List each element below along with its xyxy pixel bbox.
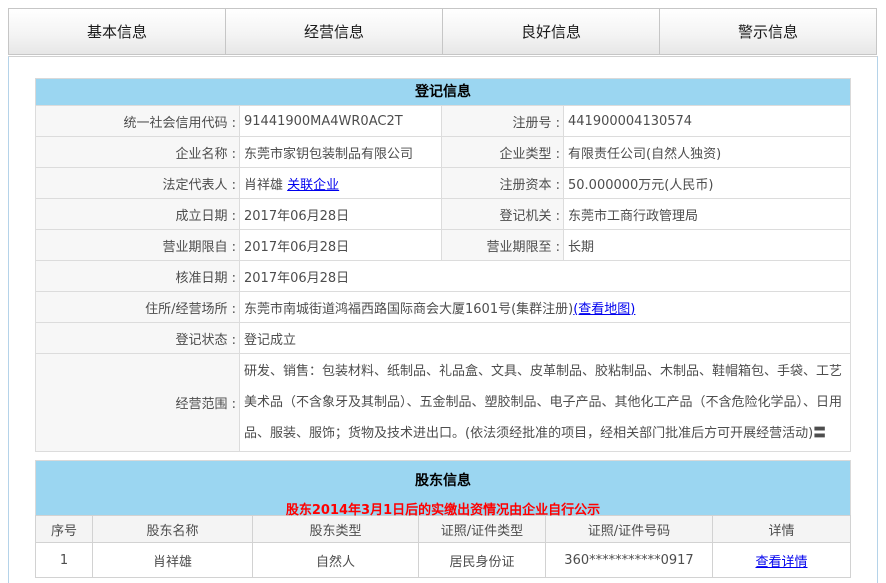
company-type-value: 有限责任公司(自然人独资): [564, 137, 851, 168]
related-company-link[interactable]: 关联企业: [287, 178, 339, 193]
address-cell: 东莞市南城街道鸿福西路国际商会大厦1601号(集群注册)(查看地图): [240, 292, 851, 323]
scope-label: 经营范围 :: [36, 354, 240, 452]
tab-good-info[interactable]: 良好信息: [443, 9, 660, 54]
status-value: 登记成立: [240, 323, 851, 354]
term-from-value: 2017年06月28日: [240, 230, 442, 261]
col-header-type: 股东类型: [253, 516, 419, 543]
view-map-link[interactable]: (查看地图): [573, 302, 635, 317]
scope-value: 研发、销售：包装材料、纸制品、礼品盒、文具、皮革制品、胶粘制品、木制品、鞋帽箱包…: [240, 354, 851, 452]
authority-label: 登记机关 :: [442, 199, 564, 230]
address-label: 住所/经营场所 :: [36, 292, 240, 323]
registration-section-title: 登记信息: [35, 78, 851, 105]
credit-code-value: 91441900MA4WR0AC2T: [240, 106, 442, 137]
table-row: 企业名称 : 东莞市家钥包装制品有限公司 企业类型 : 有限责任公司(自然人独资…: [36, 137, 851, 168]
approval-date-value: 2017年06月28日: [240, 261, 851, 292]
shareholder-no: 1: [36, 543, 93, 578]
view-detail-link[interactable]: 查看详情: [755, 555, 807, 570]
table-row: 住所/经营场所 : 东莞市南城街道鸿福西路国际商会大厦1601号(集群注册)(查…: [36, 292, 851, 323]
table-row: 1 肖祥雄 自然人 居民身份证 360***********0917 查看详情: [36, 543, 851, 578]
term-from-label: 营业期限自 :: [36, 230, 240, 261]
table-row: 登记状态 : 登记成立: [36, 323, 851, 354]
table-row: 统一社会信用代码 : 91441900MA4WR0AC2T 注册号 : 4419…: [36, 106, 851, 137]
col-header-name: 股东名称: [93, 516, 253, 543]
table-row: 核准日期 : 2017年06月28日: [36, 261, 851, 292]
shareholder-section-title: 股东信息: [36, 470, 850, 490]
shareholder-name: 肖祥雄: [93, 543, 253, 578]
authority-value: 东莞市工商行政管理局: [564, 199, 851, 230]
term-to-value: 长期: [564, 230, 851, 261]
company-name-value: 东莞市家钥包装制品有限公司: [240, 137, 442, 168]
table-row: 经营范围 : 研发、销售：包装材料、纸制品、礼品盒、文具、皮革制品、胶粘制品、木…: [36, 354, 851, 452]
col-header-detail: 详情: [713, 516, 851, 543]
legal-rep-label: 法定代表人 :: [36, 168, 240, 199]
capital-value: 50.000000万元(人民币): [564, 168, 851, 199]
shareholder-header-row: 序号 股东名称 股东类型 证照/证件类型 证照/证件号码 详情: [36, 516, 851, 543]
col-header-no: 序号: [36, 516, 93, 543]
tab-warning-info[interactable]: 警示信息: [660, 9, 876, 54]
term-to-label: 营业期限至 :: [442, 230, 564, 261]
establish-date-value: 2017年06月28日: [240, 199, 442, 230]
company-name-label: 企业名称 :: [36, 137, 240, 168]
legal-rep-cell: 肖祥雄 关联企业: [240, 168, 442, 199]
credit-code-label: 统一社会信用代码 :: [36, 106, 240, 137]
shareholder-section: 股东信息 股东2014年3月1日后的实缴出资情况由企业自行公示 序号 股东名称 …: [35, 460, 851, 578]
shareholder-id-no: 360***********0917: [546, 543, 713, 578]
reg-no-label: 注册号 :: [442, 106, 564, 137]
col-header-id-no: 证照/证件号码: [546, 516, 713, 543]
shareholder-detail-cell: 查看详情: [713, 543, 851, 578]
tab-basic-info[interactable]: 基本信息: [9, 9, 226, 54]
approval-date-label: 核准日期 :: [36, 261, 240, 292]
legal-rep-value: 肖祥雄: [244, 178, 283, 193]
shareholder-table: 序号 股东名称 股东类型 证照/证件类型 证照/证件号码 详情 1 肖祥雄 自然…: [35, 515, 851, 578]
shareholder-type: 自然人: [253, 543, 419, 578]
shareholder-id-type: 居民身份证: [419, 543, 546, 578]
table-row: 法定代表人 : 肖祥雄 关联企业 注册资本 : 50.000000万元(人民币): [36, 168, 851, 199]
registration-table: 统一社会信用代码 : 91441900MA4WR0AC2T 注册号 : 4419…: [35, 105, 851, 452]
content-panel: 登记信息 统一社会信用代码 : 91441900MA4WR0AC2T 注册号 :…: [8, 56, 878, 583]
tab-bar: 基本信息 经营信息 良好信息 警示信息: [8, 8, 877, 55]
col-header-id-type: 证照/证件类型: [419, 516, 546, 543]
address-value: 东莞市南城街道鸿福西路国际商会大厦1601号(集群注册): [244, 302, 573, 317]
reg-no-value: 441900004130574: [564, 106, 851, 137]
establish-date-label: 成立日期 :: [36, 199, 240, 230]
shareholder-section-header: 股东信息 股东2014年3月1日后的实缴出资情况由企业自行公示: [35, 460, 851, 515]
status-label: 登记状态 :: [36, 323, 240, 354]
tab-business-info[interactable]: 经营信息: [226, 9, 443, 54]
table-row: 成立日期 : 2017年06月28日 登记机关 : 东莞市工商行政管理局: [36, 199, 851, 230]
company-type-label: 企业类型 :: [442, 137, 564, 168]
capital-label: 注册资本 :: [442, 168, 564, 199]
table-row: 营业期限自 : 2017年06月28日 营业期限至 : 长期: [36, 230, 851, 261]
